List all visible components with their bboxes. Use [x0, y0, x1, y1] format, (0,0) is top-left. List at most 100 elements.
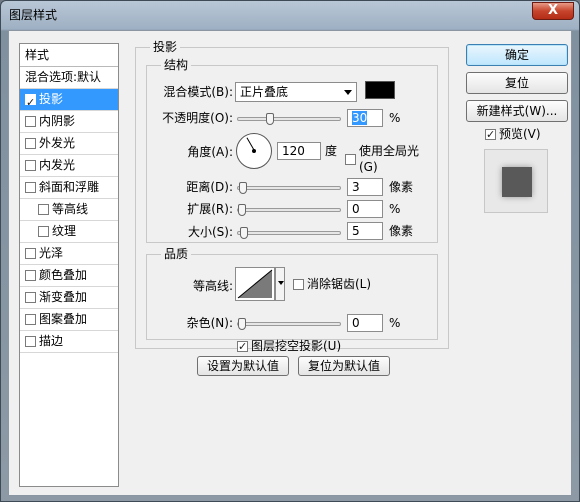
style-checkbox[interactable] [25, 270, 36, 281]
size-label: 大小(S): [187, 225, 233, 239]
spread-unit: % [389, 202, 401, 216]
blend-mode-value: 正片叠底 [240, 85, 289, 99]
anti-alias-checkbox[interactable]: 消除锯齿(L) [293, 276, 371, 292]
knockout-label: 图层挖空投影(U) [251, 339, 342, 353]
style-list-item[interactable]: 外发光 [20, 133, 118, 155]
global-light-checkbox[interactable]: 使用全局光(G) [345, 143, 437, 175]
opacity-value: 30 [352, 111, 368, 125]
preview-thumbnail [502, 167, 532, 197]
contour-label: 等高线: [192, 279, 233, 293]
style-checkbox[interactable] [25, 138, 36, 149]
style-list-item[interactable]: 等高线 [20, 199, 118, 221]
style-checkbox[interactable] [25, 116, 36, 127]
reset-button[interactable]: 复位 [466, 72, 568, 94]
structure-group: 结构 混合模式(B): 正片叠底 不透明度(O): 30 % 角度(A): 12… [146, 58, 438, 243]
preview-checkbox[interactable]: 预览(V) [485, 126, 541, 143]
noise-slider[interactable] [237, 318, 341, 330]
style-list-item[interactable]: 内发光 [20, 155, 118, 177]
size-input[interactable]: 5 [347, 222, 383, 240]
style-checkbox[interactable] [25, 292, 36, 303]
knockout-checkbox-box[interactable] [237, 339, 248, 355]
shadow-color-swatch[interactable] [365, 81, 395, 99]
style-list-item[interactable]: 图案叠加 [20, 309, 118, 331]
style-checkbox[interactable] [25, 336, 36, 347]
close-button[interactable]: X [532, 2, 574, 20]
style-list-item-label: 混合选项:默认 [25, 70, 102, 84]
noise-input[interactable]: 0 [347, 314, 383, 332]
distance-slider[interactable] [237, 182, 341, 194]
preview-label: 预览(V) [499, 127, 541, 141]
preview-checkbox-box[interactable] [485, 127, 496, 143]
style-list-item-label: 等高线 [52, 202, 89, 216]
style-checkbox[interactable] [25, 248, 36, 259]
spread-slider-thumb[interactable] [238, 204, 246, 216]
spread-slider[interactable] [237, 204, 341, 216]
style-list-item[interactable]: 颜色叠加 [20, 265, 118, 287]
blend-mode-select[interactable]: 正片叠底 [235, 82, 357, 102]
style-list-item[interactable]: 内阴影 [20, 111, 118, 133]
size-value: 5 [352, 224, 360, 238]
distance-slider-thumb[interactable] [238, 182, 247, 194]
distance-unit: 像素 [389, 180, 414, 194]
contour-picker[interactable] [235, 267, 275, 301]
style-list-item[interactable]: 光泽 [20, 243, 118, 265]
style-list-item-label: 投影 [39, 92, 64, 106]
style-list-item[interactable]: 渐变叠加 [20, 287, 118, 309]
style-list-item[interactable]: 混合选项:默认 [20, 67, 118, 89]
structure-title: 结构 [161, 58, 192, 72]
quality-title: 品质 [161, 247, 192, 261]
angle-label: 角度(A): [187, 145, 233, 159]
style-list-item-label: 颜色叠加 [39, 268, 88, 282]
knockout-checkbox[interactable]: 图层挖空投影(U) [237, 338, 342, 355]
style-checkbox[interactable] [38, 204, 49, 215]
drop-shadow-group: 投影 结构 混合模式(B): 正片叠底 不透明度(O): 30 % 角度(A): [135, 40, 449, 349]
style-list-item[interactable]: 投影 [20, 89, 118, 113]
drop-shadow-title: 投影 [150, 40, 181, 54]
anti-alias-label: 消除锯齿(L) [307, 277, 372, 291]
angle-input[interactable]: 120 [277, 142, 321, 160]
anti-alias-checkbox-box[interactable] [293, 278, 304, 290]
style-list-item-label: 光泽 [39, 246, 64, 260]
style-list-item[interactable]: 纹理 [20, 221, 118, 243]
opacity-slider[interactable] [237, 113, 341, 125]
title-bar[interactable]: 图层样式 X [1, 1, 579, 27]
distance-input[interactable]: 3 [347, 178, 383, 196]
window-title: 图层样式 [9, 8, 58, 22]
layer-style-dialog: 图层样式 X 样式 混合选项:默认投影内阴影外发光内发光斜面和浮雕等高线纹理光泽… [0, 0, 580, 502]
distance-value: 3 [352, 180, 360, 194]
style-list-item-label: 斜面和浮雕 [39, 180, 100, 194]
style-checkbox[interactable] [38, 226, 49, 237]
contour-dropdown[interactable] [275, 267, 285, 301]
style-checkbox[interactable] [25, 182, 36, 193]
style-checkbox[interactable] [25, 92, 36, 113]
quality-group: 品质 等高线: 消除锯齿(L) 杂色(N): 0 % [146, 247, 438, 340]
angle-center-dot [252, 149, 256, 153]
new-style-button[interactable]: 新建样式(W)... [466, 100, 568, 122]
noise-unit: % [389, 316, 401, 330]
style-list-item[interactable]: 斜面和浮雕 [20, 177, 118, 199]
noise-slider-thumb[interactable] [238, 318, 246, 330]
size-slider[interactable] [237, 227, 341, 239]
style-preview [484, 149, 548, 213]
spread-label: 扩展(R): [187, 202, 233, 216]
opacity-input[interactable]: 30 [347, 109, 383, 127]
angle-dial[interactable] [236, 133, 272, 169]
style-list-item-label: 内阴影 [39, 114, 76, 128]
style-list-item-label: 图案叠加 [39, 312, 88, 326]
style-checkbox[interactable] [25, 314, 36, 325]
style-list-item-label: 渐变叠加 [39, 290, 88, 304]
spread-input[interactable]: 0 [347, 200, 383, 218]
make-default-button[interactable]: 设置为默认值 [197, 356, 289, 376]
angle-unit: 度 [325, 144, 338, 158]
reset-default-button[interactable]: 复位为默认值 [298, 356, 390, 376]
ok-button[interactable]: 确定 [466, 44, 568, 66]
opacity-slider-thumb[interactable] [266, 113, 275, 125]
distance-label: 距离(D): [186, 180, 233, 194]
style-list-item-label: 纹理 [52, 224, 77, 238]
styles-list-header[interactable]: 样式 [20, 44, 118, 67]
style-list-item[interactable]: 描边 [20, 331, 118, 353]
global-light-checkbox-box[interactable] [345, 153, 356, 165]
style-checkbox[interactable] [25, 160, 36, 171]
noise-label: 杂色(N): [186, 316, 233, 330]
size-slider-thumb[interactable] [239, 227, 248, 239]
